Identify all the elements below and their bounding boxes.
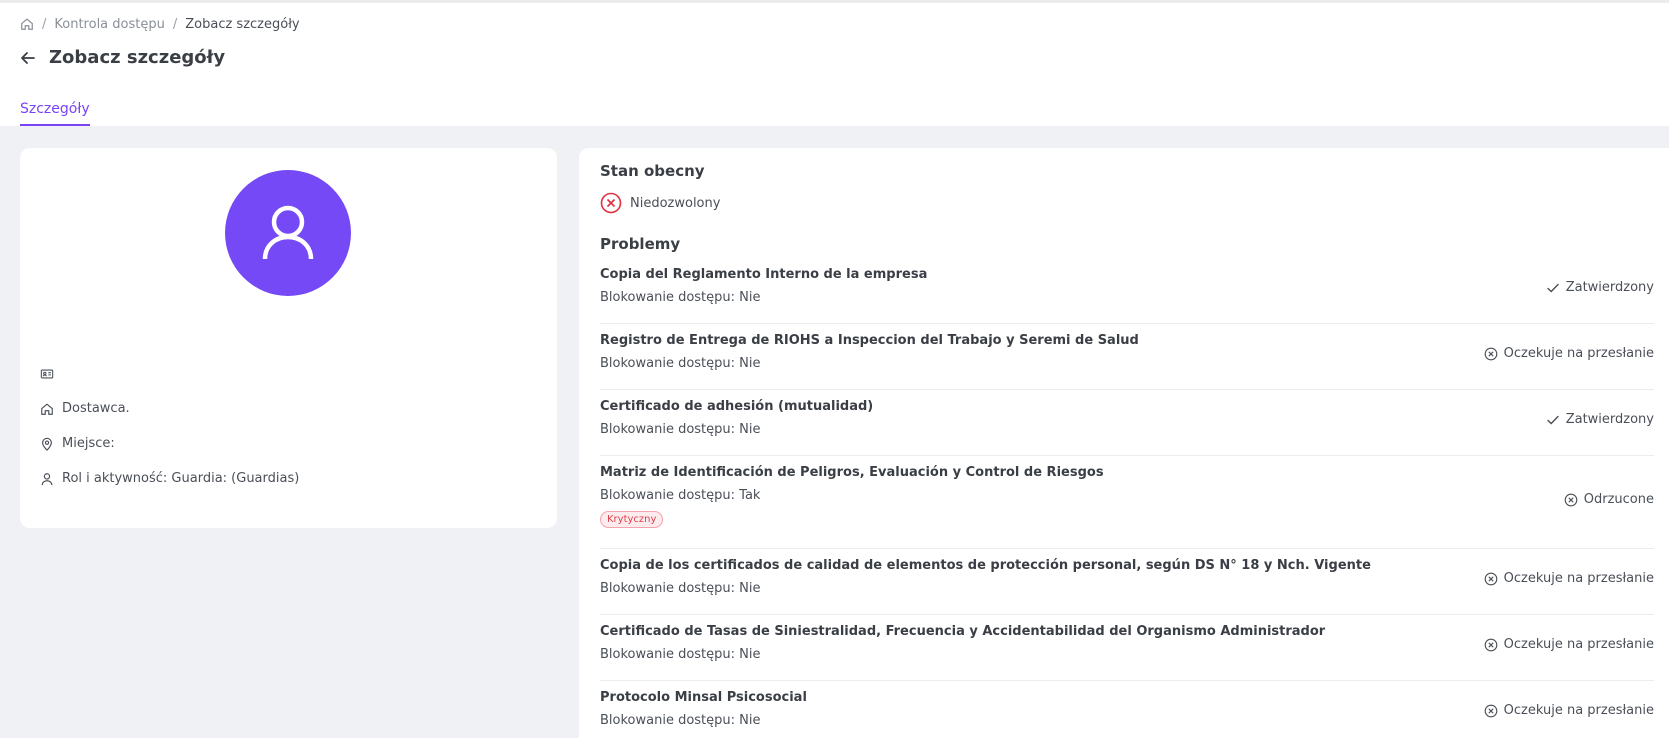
problem-blocking: Blokowanie dostępu: Nie [600, 422, 761, 437]
check-icon [1547, 283, 1559, 292]
problem-name: Copia del Reglamento Interno de la empre… [600, 267, 928, 282]
id-card-icon [40, 369, 54, 379]
list-item[interactable]: Registro de Entrega de RIOHS a Inspeccio… [600, 324, 1654, 390]
profile-card: Dostawca. Miejsce: Rol i aktywność: Guar… [20, 148, 557, 528]
problem-status: Oczekuje na przesłanie [1484, 571, 1654, 586]
x-circle-icon [1484, 638, 1497, 651]
x-circle-icon [1484, 347, 1497, 360]
tab-details[interactable]: Szczegóły [20, 101, 90, 126]
problems-title: Problemy [600, 235, 681, 253]
x-circle-icon [1484, 704, 1497, 717]
problem-status-label: Oczekuje na przesłanie [1503, 346, 1654, 361]
problem-name: Matriz de Identificación de Peligros, Ev… [600, 465, 1104, 480]
x-circle-icon [1484, 572, 1497, 585]
home-icon[interactable] [20, 17, 34, 31]
list-item[interactable]: Copia de los certificados de calidad de … [600, 549, 1654, 615]
map-pin-icon [42, 437, 52, 451]
arrow-left-icon[interactable] [20, 50, 36, 66]
critical-badge: Krytyczny [600, 511, 664, 528]
breadcrumb-item-access-control[interactable]: Kontrola dostępu [54, 17, 164, 32]
current-state-label: Niedozwolony [630, 195, 721, 211]
place-row: Miejsce: [40, 436, 115, 451]
title-row: Zobacz szczegóły [20, 47, 225, 68]
supplier-label: Dostawca. [62, 401, 130, 416]
place-label: Miejsce: [62, 436, 115, 451]
current-state-status: Niedozwolony [600, 192, 720, 214]
problem-status: Oczekuje na przesłanie [1484, 637, 1654, 652]
problem-status-label: Oczekuje na przesłanie [1503, 703, 1654, 718]
problem-status: Zatwierdzony [1546, 280, 1654, 295]
problem-blocking: Blokowanie dostępu: Nie [600, 290, 761, 305]
problem-status-label: Oczekuje na przesłanie [1503, 637, 1654, 652]
x-circle-icon [600, 192, 622, 214]
breadcrumb-separator: / [42, 16, 47, 32]
breadcrumb: / Kontrola dostępu / Zobacz szczegóły [20, 15, 300, 33]
problem-status: Oczekuje na przesłanie [1484, 703, 1654, 718]
user-icon [262, 205, 314, 260]
problem-name: Certificado de adhesión (mutualidad) [600, 399, 874, 414]
role-row: Rol i aktywność: Guardia: (Guardias) [40, 471, 299, 486]
page-title: Zobacz szczegóły [49, 47, 226, 68]
problem-status-label: Zatwierdzony [1565, 412, 1654, 427]
list-item[interactable]: Certificado de Tasas de Siniestralidad, … [600, 615, 1654, 681]
problem-status: Odrzucone [1564, 492, 1654, 507]
problems-list: Copia del Reglamento Interno de la empre… [600, 258, 1654, 738]
check-icon [1547, 415, 1559, 424]
list-item[interactable]: Protocolo Minsal Psicosocial Blokowanie … [600, 681, 1654, 738]
user-icon [41, 472, 53, 485]
problem-status: Zatwierdzony [1546, 412, 1654, 427]
role-label: Rol i aktywność: Guardia: (Guardias) [62, 471, 300, 486]
problem-status-label: Odrzucone [1583, 492, 1654, 507]
problem-status-label: Zatwierdzony [1565, 280, 1654, 295]
id-row [40, 367, 62, 381]
current-state-title: Stan obecny [600, 162, 705, 180]
problem-status: Oczekuje na przesłanie [1484, 346, 1654, 361]
list-item[interactable]: Certificado de adhesión (mutualidad) Blo… [600, 390, 1654, 456]
x-circle-icon [1564, 493, 1578, 506]
breadcrumb-separator: / [172, 16, 178, 32]
supplier-row: Dostawca. [40, 401, 130, 416]
details-card: Stan obecny Niedozwolony Problemy Copia … [579, 148, 1669, 738]
home-icon [41, 402, 53, 415]
breadcrumb-item-current: Zobacz szczegóły [185, 16, 300, 32]
list-item[interactable]: Copia del Reglamento Interno de la empre… [600, 258, 1654, 324]
problem-status-label: Oczekuje na przesłanie [1503, 571, 1654, 586]
avatar [225, 170, 351, 296]
problem-blocking: Blokowanie dostępu: Tak [600, 488, 761, 503]
list-item[interactable]: Matriz de Identificación de Peligros, Ev… [600, 456, 1654, 549]
top-bar: / Kontrola dostępu / Zobacz szczegóły Zo… [0, 0, 1669, 126]
